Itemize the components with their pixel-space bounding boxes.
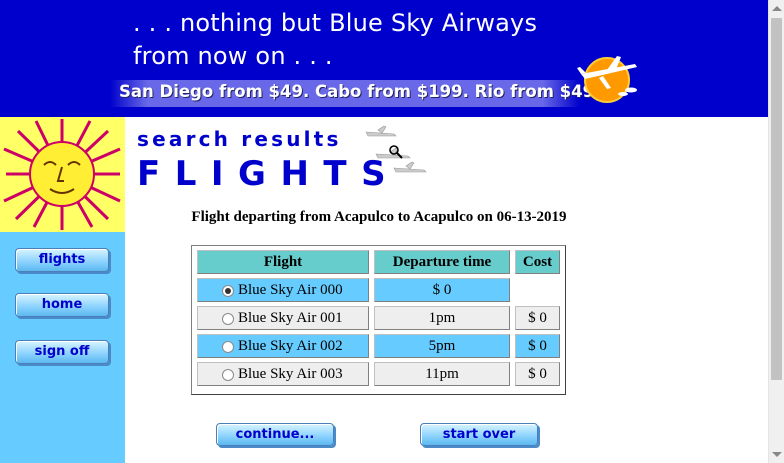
- page-title: FLIGHTS: [137, 154, 401, 194]
- column-header-flight: Flight: [197, 250, 369, 274]
- airplanes-magnifier-icon: [365, 125, 427, 173]
- table-row[interactable]: Blue Sky Air 002 5pm $ 0: [197, 334, 560, 358]
- continue-button[interactable]: continue...: [216, 423, 334, 446]
- page-subtitle: search results: [137, 127, 342, 151]
- cost-cell: [515, 278, 560, 302]
- scroll-up-arrow-icon[interactable]: [772, 6, 782, 11]
- header-banner: . . . nothing but Blue Sky Airways from …: [0, 0, 768, 117]
- departure-cell: 5pm: [374, 334, 510, 358]
- fares-promo: San Diego from $49. Cabo from $199. Rio …: [119, 82, 612, 101]
- flight-name: Blue Sky Air 000: [238, 282, 343, 298]
- vertical-scrollbar[interactable]: [768, 0, 784, 463]
- tagline-line-1: . . . nothing but Blue Sky Airways: [133, 9, 538, 37]
- flight-search-caption: Flight departing from Acapulco to Acapul…: [191, 209, 567, 225]
- departure-cell: 1pm: [374, 306, 510, 330]
- flight-radio-button[interactable]: [222, 341, 234, 353]
- flight-results-table: Flight Departure time Cost Blue Sky Air …: [191, 245, 566, 395]
- flight-radio-button[interactable]: [222, 285, 234, 297]
- table-row[interactable]: Blue Sky Air 003 11pm $ 0: [197, 362, 560, 386]
- nav-sign-off-button[interactable]: sign off: [15, 340, 109, 364]
- table-row[interactable]: Blue Sky Air 001 1pm $ 0: [197, 306, 560, 330]
- table-header-row: Flight Departure time Cost: [197, 250, 560, 274]
- flight-table: Flight Departure time Cost Blue Sky Air …: [192, 246, 565, 390]
- cost-cell: $ 0: [515, 362, 560, 386]
- nav-flights-button[interactable]: flights: [15, 248, 109, 272]
- flight-cell[interactable]: Blue Sky Air 001: [197, 306, 369, 330]
- cost-cell: $ 0: [515, 334, 560, 358]
- flight-cell[interactable]: Blue Sky Air 003: [197, 362, 369, 386]
- flight-name: Blue Sky Air 001: [238, 310, 343, 326]
- scroll-down-arrow-icon[interactable]: [772, 452, 782, 457]
- column-header-departure-time: Departure time: [374, 250, 510, 274]
- tagline: . . . nothing but Blue Sky Airways from …: [133, 7, 537, 73]
- flight-radio-button[interactable]: [222, 369, 234, 381]
- scrollbar-thumb[interactable]: [771, 18, 782, 380]
- cost-cell: $ 0: [515, 306, 560, 330]
- departure-cell: $ 0: [374, 278, 510, 302]
- sun-airplane-logo-icon: [577, 56, 637, 103]
- flight-cell[interactable]: Blue Sky Air 002: [197, 334, 369, 358]
- start-over-button[interactable]: start over: [420, 423, 538, 446]
- flight-name: Blue Sky Air 003: [238, 366, 343, 382]
- flight-cell[interactable]: Blue Sky Air 000: [197, 278, 369, 302]
- smiling-sun-icon: [0, 117, 125, 232]
- flight-radio-button[interactable]: [222, 313, 234, 325]
- table-row[interactable]: Blue Sky Air 000 $ 0: [197, 278, 560, 302]
- sidebar: flights home sign off: [0, 117, 125, 463]
- departure-cell: 11pm: [374, 362, 510, 386]
- column-header-cost: Cost: [515, 250, 560, 274]
- tagline-line-2: from now on . . .: [133, 42, 333, 70]
- nav-home-button[interactable]: home: [15, 293, 109, 317]
- flight-name: Blue Sky Air 002: [238, 338, 343, 354]
